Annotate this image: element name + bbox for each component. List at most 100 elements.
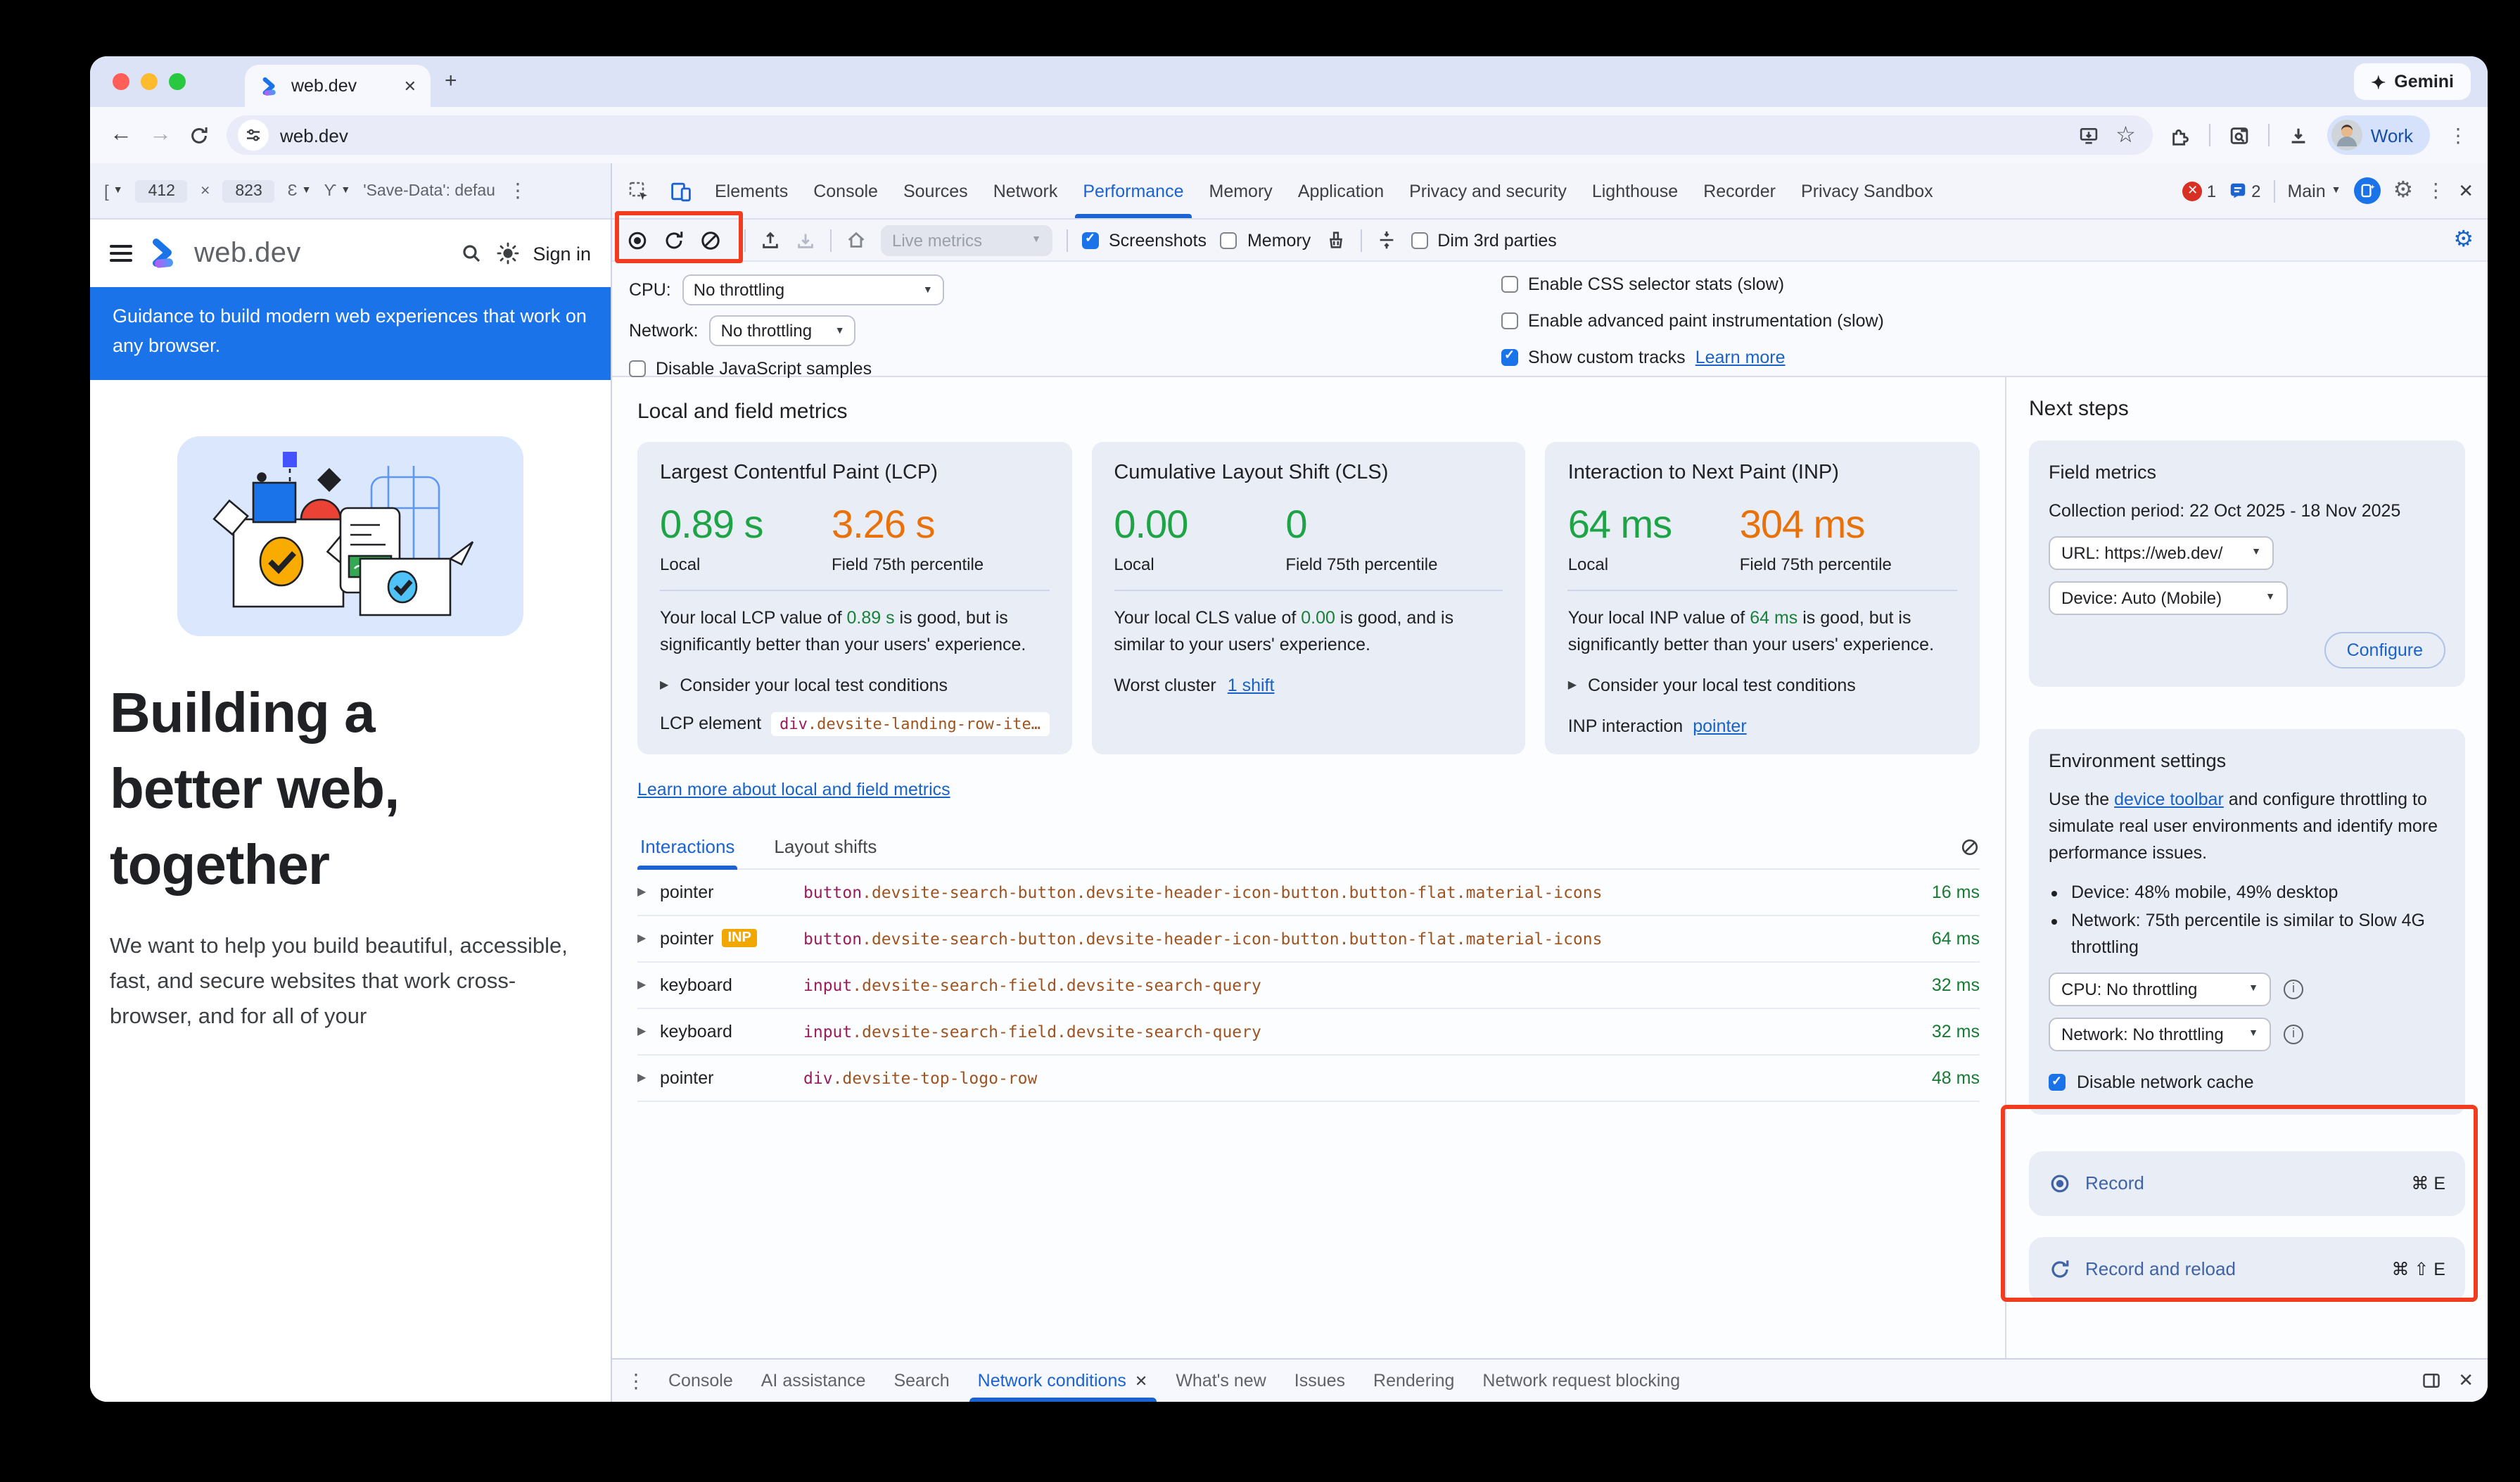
tab-privacy-sandbox[interactable]: Privacy Sandbox (1788, 163, 1946, 218)
tab-network[interactable]: Network (981, 163, 1071, 218)
row-expander-icon[interactable]: ▶ (637, 1071, 660, 1084)
site-settings-icon[interactable] (238, 120, 269, 151)
learn-more-metrics-link[interactable]: Learn more about local and field metrics (637, 779, 950, 799)
dim-third-parties-checkbox[interactable]: Dim 3rd parties (1411, 230, 1557, 250)
memory-checkbox[interactable]: Memory (1221, 230, 1311, 250)
screenshots-checkbox[interactable]: Screenshots (1082, 230, 1207, 250)
drawer-tab-network-request-blocking[interactable]: Network request blocking (1468, 1360, 1694, 1402)
info-icon[interactable]: i (2284, 980, 2303, 999)
browser-tab[interactable]: web.dev ✕ (245, 65, 431, 107)
install-app-icon[interactable] (2077, 125, 2099, 146)
field-url-select[interactable]: URL: https://web.dev/▼ (2049, 536, 2274, 570)
disable-network-cache-checkbox[interactable]: Disable network cache (2049, 1070, 2445, 1096)
throttle-dropdown[interactable]: ϒ▼ (324, 182, 351, 199)
record-button[interactable]: Record ⌘ E (2029, 1151, 2465, 1215)
inp-expander[interactable]: ▶ Consider your local test conditions (1568, 675, 1957, 695)
reload-button[interactable] (189, 125, 210, 146)
show-custom-tracks-checkbox[interactable]: Show custom tracks Learn more (1501, 348, 2471, 367)
network-throttling-select[interactable]: No throttling▼ (710, 315, 856, 346)
tab-sources[interactable]: Sources (891, 163, 981, 218)
forward-button[interactable]: → (149, 124, 172, 146)
interaction-row[interactable]: ▶ pointerINP button.devsite-search-butto… (637, 916, 1980, 962)
tab-close-icon[interactable]: ✕ (404, 77, 416, 95)
home-icon[interactable] (846, 229, 867, 251)
device-toolbar-link[interactable]: device toolbar (2114, 790, 2224, 810)
ai-device-icon[interactable] (2354, 177, 2381, 204)
issues-badge[interactable]: 2 (2229, 181, 2260, 201)
site-brand[interactable]: web.dev (194, 237, 301, 270)
sign-in-link[interactable]: Sign in (533, 243, 591, 264)
env-cpu-select[interactable]: CPU: No throttling▼ (2049, 973, 2271, 1006)
viewport-width-field[interactable]: 412 (136, 179, 188, 202)
configure-button[interactable]: Configure (2324, 632, 2445, 669)
panel-settings-icon[interactable]: ⚙ (2453, 229, 2474, 251)
inspect-element-icon[interactable] (618, 163, 660, 218)
collapse-sections-icon[interactable] (1375, 229, 1396, 251)
drawer-tab-network-conditions[interactable]: Network conditions ✕ (964, 1360, 1162, 1402)
drawer-close-icon[interactable]: ✕ (2458, 1369, 2474, 1392)
row-expander-icon[interactable]: ▶ (637, 885, 660, 898)
extensions-icon[interactable] (2170, 125, 2191, 146)
tab-console[interactable]: Console (801, 163, 891, 218)
browser-menu-icon[interactable]: ⋮ (2448, 123, 2468, 147)
tab-interactions[interactable]: Interactions (637, 827, 737, 868)
devtools-menu-icon[interactable]: ⋮ (2426, 179, 2445, 203)
row-expander-icon[interactable]: ▶ (637, 1025, 660, 1037)
clear-log-icon[interactable] (1960, 837, 1980, 857)
garbage-collect-icon[interactable] (1325, 229, 1346, 251)
tab-privacy-security[interactable]: Privacy and security (1396, 163, 1579, 218)
save-profile-icon[interactable] (795, 229, 816, 251)
disable-js-samples-checkbox[interactable]: Disable JavaScript samples (629, 359, 1501, 379)
row-expander-icon[interactable]: ▶ (637, 978, 660, 991)
drawer-tab-search[interactable]: Search (879, 1360, 963, 1402)
load-profile-icon[interactable] (760, 229, 781, 251)
interaction-row[interactable]: ▶ pointer button.devsite-search-button.d… (637, 869, 1980, 916)
drawer-tab-ai-assistance[interactable]: AI assistance (747, 1360, 880, 1402)
inp-interaction-link[interactable]: pointer (1693, 716, 1746, 735)
tab-layout-shifts[interactable]: Layout shifts (771, 827, 879, 868)
live-metrics-dropdown[interactable]: Live metrics▼ (881, 224, 1052, 255)
back-button[interactable]: ← (110, 124, 132, 146)
devtools-close-icon[interactable]: ✕ (2458, 179, 2474, 202)
error-badge[interactable]: ✕ 1 (2183, 181, 2216, 201)
new-tab-button[interactable]: + (445, 69, 457, 93)
css-selector-stats-checkbox[interactable]: Enable CSS selector stats (slow) (1501, 274, 2471, 294)
minimize-window-button[interactable] (141, 73, 158, 90)
drawer-tab-issues[interactable]: Issues (1280, 1360, 1359, 1402)
record-and-reload-icon[interactable] (663, 229, 685, 251)
search-tabs-icon[interactable] (2229, 125, 2250, 146)
gemini-button[interactable]: ✦ Gemini (2354, 63, 2471, 100)
row-expander-icon[interactable]: ▶ (637, 932, 660, 944)
bookmark-star-icon[interactable]: ☆ (2115, 121, 2136, 149)
dock-side-icon[interactable] (2422, 1371, 2441, 1391)
worst-cluster-link[interactable]: 1 shift (1228, 675, 1275, 695)
learn-more-link[interactable]: Learn more (1695, 348, 1786, 367)
record-icon[interactable] (626, 229, 649, 251)
tab-performance[interactable]: Performance (1070, 163, 1196, 218)
theme-toggle-icon[interactable] (496, 242, 518, 265)
device-preset-dropdown[interactable]: [▼ (104, 181, 123, 201)
tab-elements[interactable]: Elements (702, 163, 801, 218)
url-text[interactable]: web.dev (280, 125, 2066, 146)
maximize-window-button[interactable] (169, 73, 186, 90)
devtools-settings-icon[interactable]: ⚙ (2393, 179, 2414, 202)
lcp-element-chip[interactable]: div.devsite-landing-row-ite… (771, 711, 1049, 735)
tab-application[interactable]: Application (1285, 163, 1396, 218)
advanced-paint-checkbox[interactable]: Enable advanced paint instrumentation (s… (1501, 311, 2471, 331)
address-bar[interactable]: web.dev ☆ (227, 115, 2153, 155)
device-toolbar-menu-icon[interactable]: ⋮ (508, 179, 528, 203)
site-search-icon[interactable] (459, 242, 482, 265)
interaction-row[interactable]: ▶ pointer div.devsite-top-logo-row 48 ms (637, 1055, 1980, 1101)
drawer-menu-icon[interactable]: ⋮ (626, 1369, 646, 1393)
zoom-dropdown[interactable]: Ɛ▼ (288, 182, 312, 199)
info-icon[interactable]: i (2284, 1025, 2303, 1044)
lcp-expander[interactable]: ▶ Consider your local test conditions (660, 675, 1049, 695)
context-selector[interactable]: Main▼ (2287, 181, 2341, 201)
tab-lighthouse[interactable]: Lighthouse (1579, 163, 1691, 218)
tab-memory[interactable]: Memory (1197, 163, 1285, 218)
profile-chip[interactable]: Work (2327, 115, 2430, 155)
drawer-tab-console[interactable]: Console (654, 1360, 747, 1402)
interaction-row[interactable]: ▶ keyboard input.devsite-search-field.de… (637, 962, 1980, 1008)
drawer-tab-whats-new[interactable]: What's new (1162, 1360, 1280, 1402)
cpu-throttling-select[interactable]: No throttling▼ (682, 274, 944, 305)
